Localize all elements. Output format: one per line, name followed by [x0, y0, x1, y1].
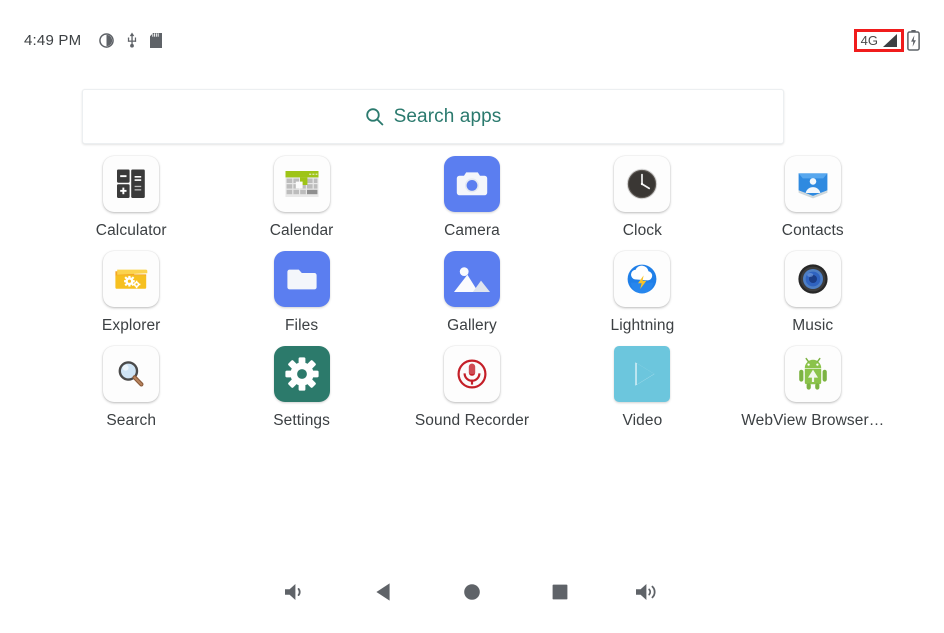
search-apps-label: Search apps — [394, 106, 502, 128]
app-label: Contacts — [782, 222, 844, 240]
volume-down-button[interactable] — [276, 572, 316, 612]
app-label: Video — [622, 412, 662, 430]
circle-home-icon — [460, 580, 484, 604]
square-recents-icon — [548, 580, 572, 604]
network-type-label: 4G — [861, 34, 878, 47]
back-button[interactable] — [364, 572, 404, 612]
app-item-clock[interactable]: Clock — [557, 156, 727, 240]
battery-charging-icon — [907, 30, 920, 51]
settings-gear-icon — [274, 346, 330, 402]
android-robot-icon — [785, 346, 841, 402]
app-label: Camera — [444, 222, 500, 240]
volume-down-icon — [283, 580, 309, 604]
app-label: Calendar — [270, 222, 334, 240]
app-item-music[interactable]: Music — [728, 251, 898, 335]
app-label: Clock — [623, 222, 662, 240]
camera-icon — [444, 156, 500, 212]
app-item-video[interactable]: Video — [557, 346, 727, 430]
status-clock: 4:49 PM — [24, 32, 81, 49]
app-grid: Calculator — [46, 156, 898, 430]
app-label: Music — [792, 317, 833, 335]
navigation-bar — [0, 569, 944, 615]
app-item-gallery[interactable]: Gallery — [387, 251, 557, 335]
app-label: Settings — [273, 412, 330, 430]
signal-bars-icon — [881, 33, 898, 48]
recents-button[interactable] — [540, 572, 580, 612]
explorer-icon — [103, 251, 159, 307]
volume-up-icon — [634, 580, 662, 604]
app-item-sound-recorder[interactable]: Sound Recorder — [387, 346, 557, 430]
app-item-search[interactable]: Search — [46, 346, 216, 430]
video-play-icon — [614, 346, 670, 402]
app-item-calculator[interactable]: Calculator — [46, 156, 216, 240]
home-button[interactable] — [452, 572, 492, 612]
app-item-contacts[interactable]: Contacts — [728, 156, 898, 240]
app-label: Calculator — [96, 222, 167, 240]
app-item-webview-browser[interactable]: WebView Browser… — [728, 346, 898, 430]
status-bar-right: 4G — [854, 29, 920, 52]
music-icon — [785, 251, 841, 307]
app-label: Search — [106, 412, 156, 430]
app-label: WebView Browser… — [741, 412, 884, 430]
app-item-calendar[interactable]: Calendar — [216, 156, 386, 240]
app-item-lightning[interactable]: Lightning — [557, 251, 727, 335]
contacts-icon — [785, 156, 841, 212]
signal-4g-indicator[interactable]: 4G — [854, 29, 904, 52]
search-app-icon — [103, 346, 159, 402]
lightning-icon — [614, 251, 670, 307]
status-left-icons — [99, 32, 162, 48]
search-icon — [365, 107, 384, 126]
do-not-disturb-icon — [99, 33, 114, 48]
sd-card-icon — [150, 33, 162, 48]
android-app-drawer-screen: 4:49 PM — [0, 0, 944, 633]
app-label: Gallery — [447, 317, 497, 335]
app-label: Files — [285, 317, 318, 335]
sound-recorder-icon — [444, 346, 500, 402]
app-label: Sound Recorder — [415, 412, 529, 430]
triangle-back-icon — [372, 580, 396, 604]
app-label: Lightning — [610, 317, 674, 335]
gallery-icon — [444, 251, 500, 307]
calculator-icon — [103, 156, 159, 212]
app-label: Explorer — [102, 317, 161, 335]
app-item-files[interactable]: Files — [216, 251, 386, 335]
app-item-explorer[interactable]: Explorer — [46, 251, 216, 335]
search-apps-bar[interactable]: Search apps — [82, 89, 784, 144]
status-bar: 4:49 PM — [0, 0, 944, 80]
usb-icon — [125, 32, 139, 48]
clock-icon — [614, 156, 670, 212]
files-icon — [274, 251, 330, 307]
volume-up-button[interactable] — [628, 572, 668, 612]
app-item-camera[interactable]: Camera — [387, 156, 557, 240]
app-item-settings[interactable]: Settings — [216, 346, 386, 430]
calendar-icon — [274, 156, 330, 212]
status-bar-left: 4:49 PM — [24, 32, 162, 49]
